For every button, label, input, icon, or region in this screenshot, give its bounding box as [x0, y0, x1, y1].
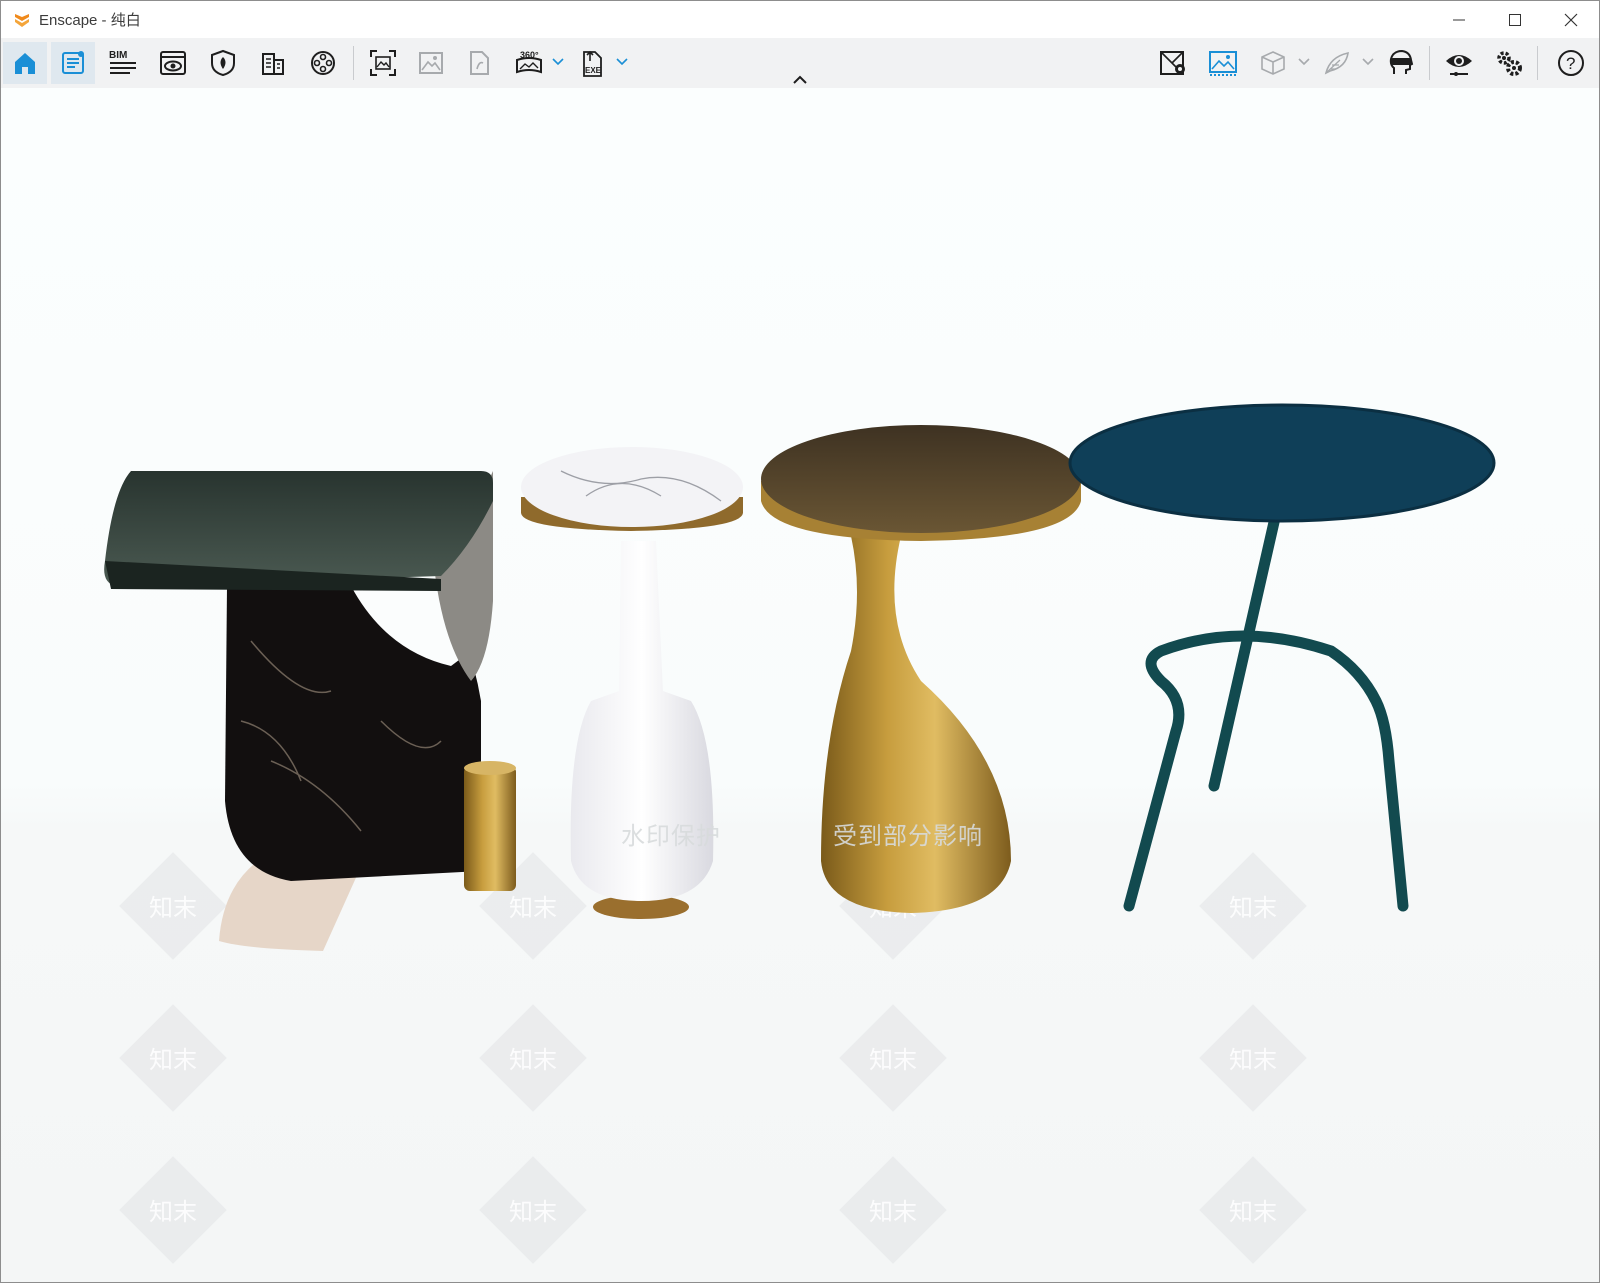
render-viewport[interactable]: 知末 知末 知末 知末 知末 知末 知末 知末 知末 知末 知末 知末 — [1, 88, 1599, 1282]
buildings-icon — [262, 53, 284, 75]
watermark-caption: 水印保护 — [621, 823, 721, 850]
image-active-icon — [1209, 51, 1237, 76]
svg-text:EXE: EXE — [585, 66, 602, 75]
file-export-icon — [470, 51, 489, 75]
chevron-down-icon — [616, 58, 628, 66]
help-icon: ? — [1558, 50, 1584, 76]
capture-frame-icon — [370, 50, 396, 76]
gears-icon — [1497, 51, 1522, 76]
home-icon — [15, 53, 35, 74]
collapse-toolbar-button[interactable] — [789, 73, 811, 87]
maximize-button[interactable] — [1487, 1, 1543, 38]
cube-dropdown[interactable] — [1297, 52, 1311, 72]
enscape-window: Enscape - 纯白 BIM 360° EXE ? 知末 知末 知末 知末 … — [0, 0, 1600, 1283]
live-view-button[interactable] — [1437, 42, 1481, 84]
home-button[interactable] — [3, 42, 47, 84]
panorama-button[interactable]: 360° — [507, 42, 551, 84]
svg-text:BIM: BIM — [109, 50, 127, 61]
map-pin-icon — [1160, 51, 1185, 75]
marble-side-table — [104, 471, 516, 951]
settings-button[interactable] — [1487, 42, 1531, 84]
minimize-icon — [1453, 19, 1465, 20]
window-controls — [1431, 1, 1599, 38]
svg-text:?: ? — [1566, 54, 1575, 73]
close-icon — [1564, 13, 1578, 26]
scene-render — [104, 403, 1496, 951]
site-context-button[interactable] — [251, 42, 295, 84]
help-button[interactable]: ? — [1549, 42, 1593, 84]
toolbar-separator — [1429, 46, 1430, 80]
shield-leaf-icon — [211, 49, 235, 77]
panorama-dropdown[interactable] — [551, 52, 565, 72]
export-dropdown[interactable] — [615, 52, 629, 72]
web-standalone-button[interactable] — [457, 42, 501, 84]
batch-render-button[interactable] — [409, 42, 453, 84]
feather-dropdown[interactable] — [1361, 52, 1375, 72]
render-preview-button[interactable] — [1201, 42, 1245, 84]
panorama-icon: 360° — [516, 50, 542, 74]
bim-button[interactable]: BIM — [101, 42, 145, 84]
cube-button[interactable] — [1251, 42, 1295, 84]
close-button[interactable] — [1543, 1, 1599, 38]
video-editor-button[interactable] — [301, 42, 345, 84]
view-management-button[interactable] — [151, 42, 195, 84]
film-reel-icon — [311, 51, 335, 75]
exe-file-icon: EXE — [583, 50, 602, 77]
bim-icon: BIM — [109, 50, 136, 74]
title-bar: Enscape - 纯白 — [1, 1, 1599, 38]
notes-icon — [62, 51, 84, 74]
asset-library-button[interactable] — [201, 42, 245, 84]
map-view-button[interactable] — [1151, 42, 1195, 84]
export-exe-button[interactable]: EXE — [571, 42, 615, 84]
chevron-down-icon — [1362, 58, 1374, 66]
eye-window-icon — [160, 51, 186, 75]
chevron-down-icon — [552, 58, 564, 66]
minimize-button[interactable] — [1431, 1, 1487, 38]
maximize-icon — [1509, 13, 1521, 26]
chevron-up-icon — [793, 75, 807, 84]
feather-icon — [1324, 51, 1349, 75]
cube-icon — [1261, 51, 1285, 75]
watermark-caption: 受到部分影响 — [833, 823, 983, 850]
image-icon — [419, 52, 443, 74]
teal-tube-table — [1068, 403, 1496, 912]
toolbar-separator — [353, 46, 354, 80]
screenshot-button[interactable] — [361, 42, 405, 84]
vr-headset-button[interactable] — [1379, 42, 1423, 84]
chevron-down-icon — [1298, 58, 1310, 66]
window-title: Enscape - 纯白 — [39, 12, 141, 29]
toolbar-separator — [1537, 46, 1538, 80]
visual-settings-button[interactable] — [51, 42, 95, 84]
feather-button[interactable] — [1315, 42, 1359, 84]
enscape-logo-icon — [11, 9, 33, 31]
eye-icon — [1446, 55, 1472, 76]
vr-head-icon — [1389, 49, 1414, 74]
